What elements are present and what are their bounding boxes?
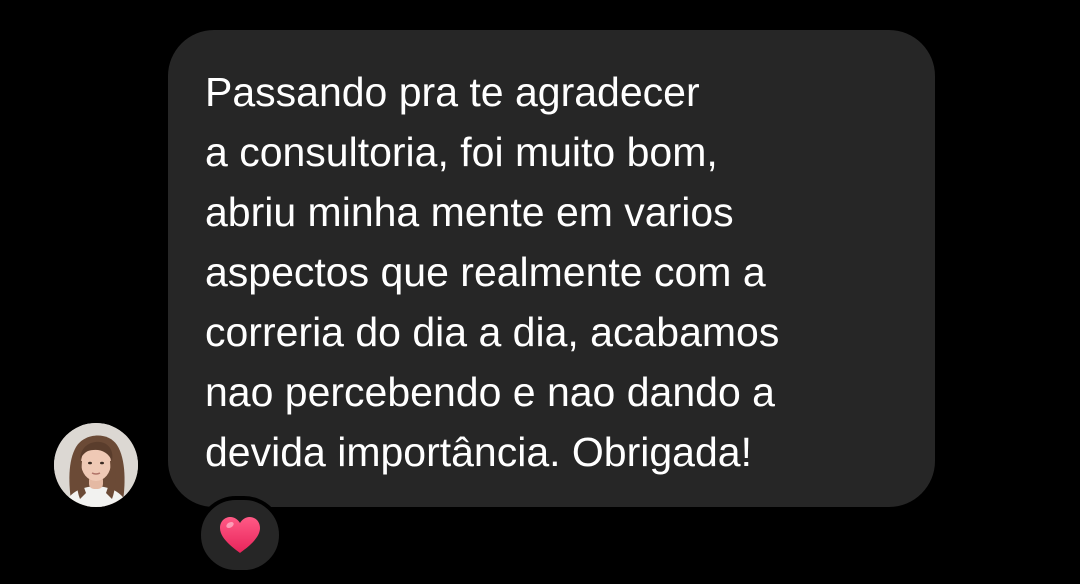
message-text-line: a consultoria, foi muito bom, xyxy=(205,129,718,175)
sender-avatar[interactable] xyxy=(54,423,138,507)
message-bubble[interactable]: Passando pra te agradecer a consultoria,… xyxy=(168,30,935,507)
profile-photo-icon xyxy=(54,423,138,507)
chat-screen: Passando pra te agradecer a consultoria,… xyxy=(0,0,1080,584)
heart-icon xyxy=(220,517,260,553)
message-text-line: nao percebendo e nao dando a xyxy=(205,369,775,415)
message-text-line: aspectos que realmente com a xyxy=(205,249,766,295)
message-text-line: abriu minha mente em varios xyxy=(205,189,734,235)
message-text-line: Passando pra te agradecer xyxy=(205,69,700,115)
reaction-badge[interactable] xyxy=(197,496,283,574)
message-text-line: devida importância. Obrigada! xyxy=(205,429,752,475)
message-text-line: correria do dia a dia, acabamos xyxy=(205,309,780,355)
